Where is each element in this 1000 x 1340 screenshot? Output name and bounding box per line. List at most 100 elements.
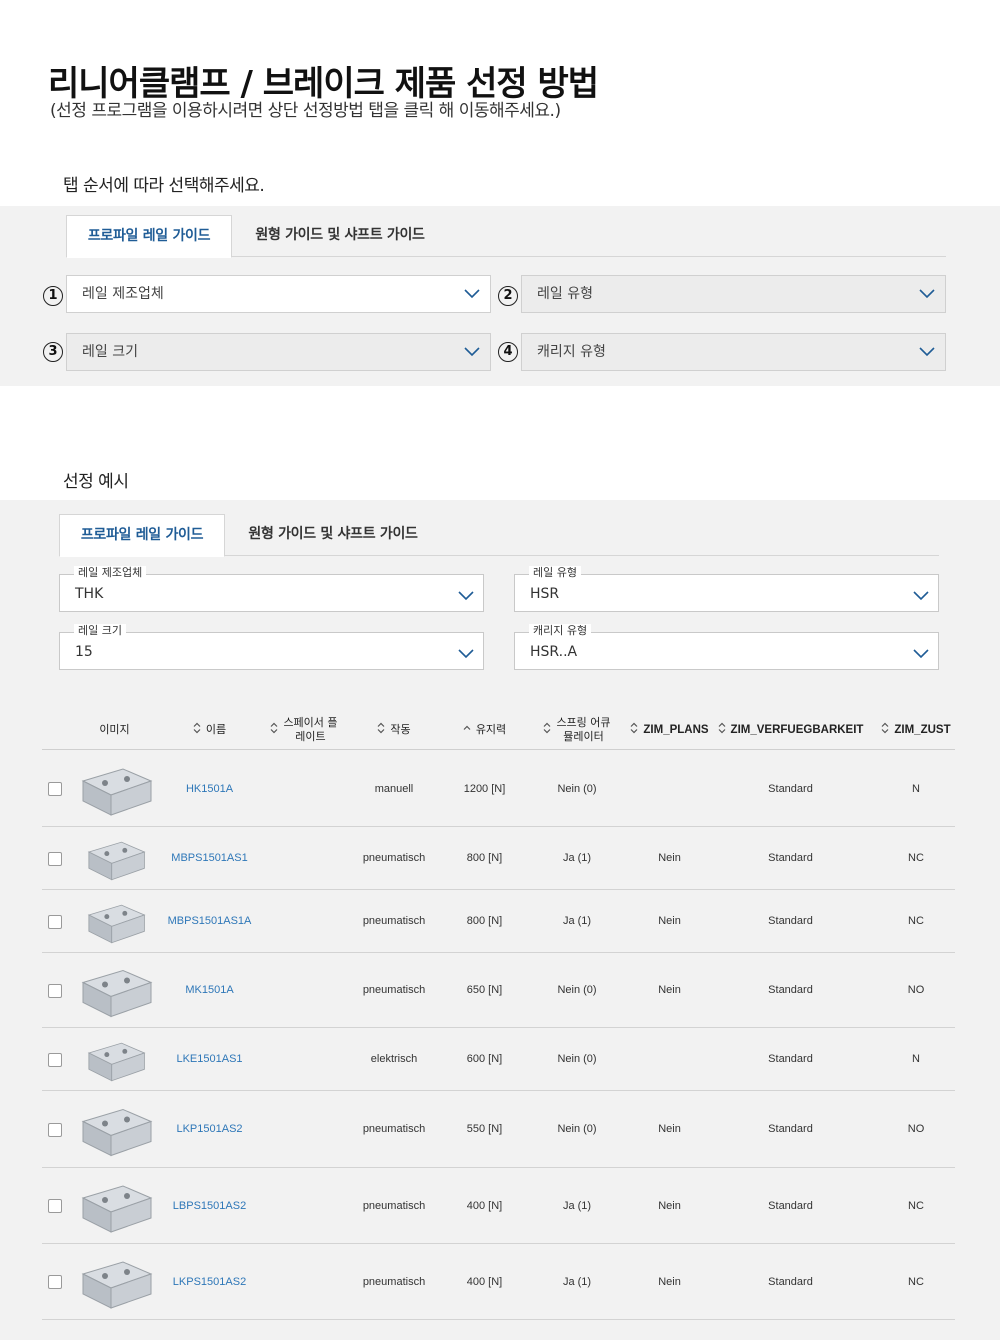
carriage-type-field[interactable]: HSR..A 캐리지 유형 <box>514 624 939 670</box>
chevron-down-icon <box>458 586 474 601</box>
table-row[interactable]: LKP1501AS2 pneumatisch 550 [N] Nein (0) Nein… <box>42 1091 955 1168</box>
table-row[interactable]: LKPS1501AS2 pneumatisch 400 [N] Ja (1) Nein S… <box>42 1244 955 1320</box>
col-image: 이미지 <box>99 723 130 736</box>
col-spring-accumulator[interactable]: 스프링 어큐 뮬레이터 <box>532 710 622 750</box>
row-checkbox[interactable] <box>48 782 62 796</box>
col-zim-verfuegbarkeit[interactable]: ZIM_VERFUEGBARKEIT <box>718 710 863 750</box>
cell-name[interactable]: LBPS1501AS2 <box>172 1168 247 1243</box>
cell-name[interactable]: LKPS1501AS2 <box>172 1244 247 1319</box>
step-badge-1: 1 <box>43 286 63 306</box>
cell-plans: Nein <box>658 1275 681 1288</box>
cell-zust: NO <box>907 984 925 996</box>
col-zim-zust[interactable]: ZIM_ZUST <box>877 710 955 750</box>
chevron-down-icon <box>458 644 474 659</box>
col-action[interactable]: 작동 <box>354 710 434 750</box>
step-badge-3: 3 <box>43 342 63 362</box>
cell-force: 800 [N] <box>466 915 503 927</box>
cell-name[interactable]: LKP1501AS2 <box>172 1091 247 1167</box>
cell-name[interactable]: MBPS1501AS1 <box>171 827 247 889</box>
cell-zust: NC <box>908 915 924 927</box>
tab-profile-rail[interactable]: 프로파일 레일 가이드 <box>66 215 232 258</box>
cell-plans: Nein <box>658 1123 681 1135</box>
row-checkbox[interactable] <box>48 851 62 866</box>
cell-spring: Ja (1) <box>562 852 592 864</box>
rail-size-select[interactable]: 레일 크기 <box>66 333 491 371</box>
cell-spacer <box>254 890 354 952</box>
cell-force: 800 [N] <box>466 852 503 864</box>
step-panel: 프로파일 레일 가이드 원형 가이드 및 샤프트 가이드 1 레일 제조업체 2… <box>0 206 1000 386</box>
col-spacer-plate[interactable]: 스페이서 플 레이트 <box>254 710 354 750</box>
row-checkbox[interactable] <box>48 1275 62 1289</box>
cell-action: elektrisch <box>370 1053 418 1065</box>
product-image <box>75 897 155 950</box>
cell-spring: Nein (0) <box>557 1123 597 1135</box>
product-image <box>75 1175 155 1241</box>
sort-asc-icon <box>463 722 471 738</box>
cell-force: 400 [N] <box>466 1199 503 1212</box>
row-checkbox[interactable] <box>48 914 62 929</box>
cell-action: pneumatisch <box>362 1275 426 1288</box>
chevron-down-icon <box>913 644 929 659</box>
cell-zust: NO <box>907 1123 925 1135</box>
cell-avail: Standard <box>768 984 813 996</box>
tab-round-guide[interactable]: 원형 가이드 및 샤프트 가이드 <box>225 514 441 556</box>
cell-action: pneumatisch <box>362 1199 426 1212</box>
chevron-down-icon <box>464 345 480 357</box>
col-holding-force[interactable]: 유지력 <box>442 710 527 750</box>
step-tabs: 프로파일 레일 가이드 원형 가이드 및 샤프트 가이드 <box>66 215 946 258</box>
table-row[interactable]: MBPS1501AS1 pneumatisch 800 [N] Ja (1) Nein S… <box>42 827 955 890</box>
rail-maker-field[interactable]: THK 레일 제조업체 <box>59 566 484 612</box>
cell-name[interactable]: LKE1501AS1 <box>172 1028 247 1090</box>
cell-plans: Nein <box>658 984 681 996</box>
cell-force: 550 [N] <box>466 1123 503 1135</box>
cell-spring: Nein (0) <box>557 984 597 996</box>
cell-spacer <box>254 953 354 1027</box>
tab-profile-rail[interactable]: 프로파일 레일 가이드 <box>59 514 225 557</box>
cell-name[interactable]: MBPS1501AS1A <box>168 890 252 952</box>
cell-name[interactable]: HK1501A <box>172 751 247 826</box>
table-row[interactable]: HK1501A manuell 1200 [N] Nein (0) Standard N <box>42 751 955 827</box>
table-row[interactable]: LBPS1501AS2 pneumatisch 400 [N] Ja (1) Nein S… <box>42 1168 955 1244</box>
col-zim-plans[interactable]: ZIM_PLANS <box>627 710 712 750</box>
cell-action: pneumatisch <box>362 915 426 927</box>
carriage-type-label: 캐리지 유형 <box>529 624 592 638</box>
cell-zust: NC <box>908 1199 924 1212</box>
chevron-down-icon <box>464 287 480 299</box>
rail-size-field[interactable]: 15 레일 크기 <box>59 624 484 670</box>
product-image <box>75 1098 155 1165</box>
carriage-type-select[interactable]: 캐리지 유형 <box>521 333 946 371</box>
sort-icon <box>881 722 889 738</box>
cell-name[interactable]: MK1501A <box>172 953 247 1027</box>
tab-round-guide[interactable]: 원형 가이드 및 샤프트 가이드 <box>232 215 448 257</box>
rail-maker-select-label: 레일 제조업체 <box>82 286 164 302</box>
cell-zust: N <box>912 1053 920 1065</box>
table-row[interactable]: LKE1501AS1 elektrisch 600 [N] Nein (0) Stand… <box>42 1028 955 1091</box>
cell-force: 400 [N] <box>466 1275 503 1288</box>
cell-force: 600 [N] <box>466 1053 503 1065</box>
row-checkbox[interactable] <box>48 983 62 998</box>
table-row[interactable]: MK1501A pneumatisch 650 [N] Nein (0) Nein Sta… <box>42 953 955 1028</box>
sort-icon <box>377 722 385 738</box>
rail-type-select[interactable]: 레일 유형 <box>521 275 946 313</box>
carriage-type-select-label: 캐리지 유형 <box>537 344 606 360</box>
rail-type-field[interactable]: HSR 레일 유형 <box>514 566 939 612</box>
row-checkbox[interactable] <box>48 1122 62 1137</box>
cell-avail: Standard <box>768 782 813 795</box>
row-checkbox[interactable] <box>48 1199 62 1213</box>
cell-action: pneumatisch <box>362 984 426 996</box>
cell-spacer <box>254 1244 354 1319</box>
rail-maker-select[interactable]: 레일 제조업체 <box>66 275 491 313</box>
cell-plans: Nein <box>658 852 681 864</box>
cell-spring: Nein (0) <box>557 782 597 795</box>
table-row[interactable]: MBPS1501AS1A pneumatisch 800 [N] Ja (1) Nein… <box>42 890 955 953</box>
cell-plans: Nein <box>658 915 681 927</box>
cell-avail: Standard <box>768 1053 813 1065</box>
chevron-down-icon <box>919 287 935 299</box>
cell-plans <box>627 751 712 826</box>
cell-spring: Ja (1) <box>562 1199 592 1212</box>
row-checkbox[interactable] <box>48 1052 62 1067</box>
col-name[interactable]: 이름 <box>172 710 247 750</box>
sort-icon <box>630 722 638 738</box>
chevron-down-icon <box>913 586 929 601</box>
sort-icon <box>718 722 726 738</box>
